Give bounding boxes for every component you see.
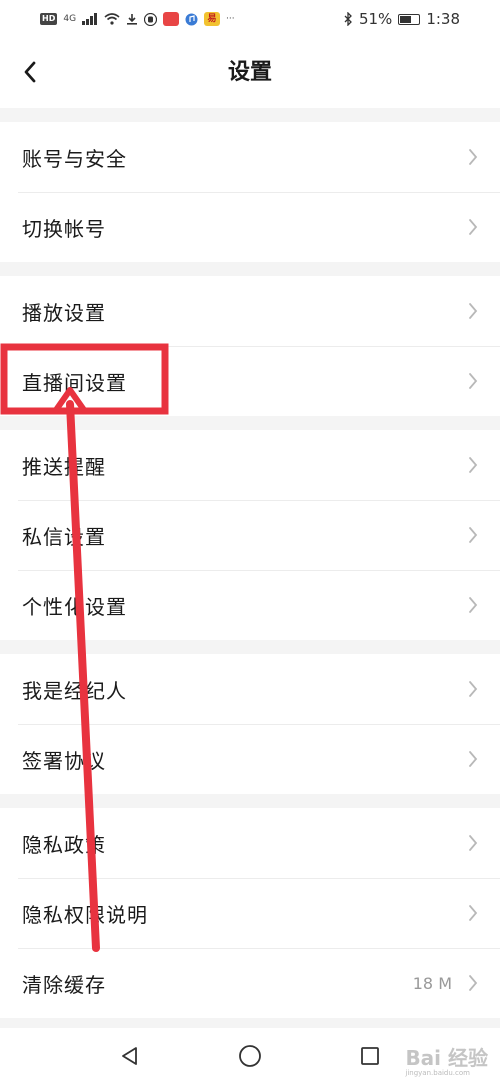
yellow-app-icon: 易 — [204, 12, 221, 26]
nav-back-button[interactable] — [115, 1041, 145, 1071]
settings-item-private-message[interactable]: 私信设置 — [0, 500, 500, 570]
settings-item-playback[interactable]: 播放设置 — [0, 276, 500, 346]
settings-item-label: 直播间设置 — [22, 370, 127, 395]
chevron-right-icon — [469, 219, 478, 235]
battery-icon — [398, 13, 421, 25]
download-icon — [127, 14, 138, 25]
settings-item-label: 切换帐号 — [22, 216, 106, 241]
chevron-right-icon — [469, 905, 478, 921]
settings-item-label: 隐私政策 — [22, 832, 106, 857]
chevron-right-icon — [469, 457, 478, 473]
chevron-right-icon — [469, 527, 478, 543]
settings-item-live-room[interactable]: 直播间设置 — [0, 346, 500, 416]
settings-item-personalization[interactable]: 个性化设置 — [0, 570, 500, 640]
chevron-right-icon — [469, 975, 478, 991]
settings-item-label: 个性化设置 — [22, 594, 127, 619]
settings-item-label: 隐私权限说明 — [22, 902, 148, 927]
settings-item-label: 推送提醒 — [22, 454, 106, 479]
settings-item-label: 清除缓存 — [22, 972, 106, 997]
clock: 1:38 — [426, 10, 460, 28]
settings-group-playback: 播放设置 直播间设置 — [0, 276, 500, 416]
settings-item-switch-account[interactable]: 切换帐号 — [0, 192, 500, 262]
header: 设置 — [0, 38, 500, 108]
settings-group-notifications: 推送提醒 私信设置 个性化设置 — [0, 430, 500, 640]
settings-item-label: 签署协议 — [22, 748, 106, 773]
settings-item-label: 我是经纪人 — [22, 678, 127, 703]
battery-percent: 51% — [358, 10, 393, 28]
network-type: 4G — [63, 14, 77, 24]
settings-item-clear-cache[interactable]: 清除缓存 18 M — [0, 948, 500, 1018]
settings-item-label: 账号与安全 — [22, 146, 127, 171]
settings-item-account-security[interactable]: 账号与安全 — [0, 122, 500, 192]
settings-item-permissions[interactable]: 隐私权限说明 — [0, 878, 500, 948]
square-recents-icon — [361, 1046, 379, 1065]
settings-screen: HD 4G 易 ··· 51% 1:38 设置 账号与安全 切换帐号 播放设置 … — [0, 0, 500, 1083]
settings-item-push[interactable]: 推送提醒 — [0, 430, 500, 500]
chevron-right-icon — [469, 751, 478, 767]
chevron-right-icon — [469, 597, 478, 613]
triangle-back-icon — [122, 1046, 137, 1065]
more-notifications: ··· — [226, 14, 235, 24]
chevron-right-icon — [469, 303, 478, 319]
settings-item-label: 播放设置 — [22, 300, 106, 325]
wifi-icon — [104, 13, 120, 25]
hand-icon — [144, 12, 158, 26]
music-app-icon — [185, 13, 198, 25]
settings-item-label: 私信设置 — [22, 524, 106, 549]
chevron-right-icon — [469, 373, 478, 389]
chevron-right-icon — [469, 681, 478, 697]
baidu-watermark: Bai 经验 — [405, 1046, 488, 1070]
chevron-right-icon — [469, 149, 478, 165]
settings-item-agreement[interactable]: 签署协议 — [0, 724, 500, 794]
bluetooth-icon — [344, 12, 352, 26]
signal-icon — [82, 13, 98, 25]
chevron-right-icon — [469, 835, 478, 851]
settings-group-agent: 我是经纪人 签署协议 — [0, 654, 500, 794]
nav-home-button[interactable] — [235, 1041, 265, 1071]
cache-size: 18 M — [412, 973, 452, 993]
settings-group-privacy: 隐私政策 隐私权限说明 清除缓存 18 M — [0, 808, 500, 1018]
settings-group-account: 账号与安全 切换帐号 — [0, 122, 500, 262]
settings-item-agent[interactable]: 我是经纪人 — [0, 654, 500, 724]
baidu-watermark-url: jingyan.baidu.com — [405, 1069, 470, 1077]
status-right: 51% 1:38 — [343, 10, 460, 28]
circle-home-icon — [239, 1044, 261, 1067]
status-bar: HD 4G 易 ··· 51% 1:38 — [0, 0, 500, 38]
hd-badge: HD — [40, 13, 58, 25]
red-app-icon — [163, 12, 180, 26]
settings-item-privacy-policy[interactable]: 隐私政策 — [0, 808, 500, 878]
nav-recents-button[interactable] — [355, 1041, 385, 1071]
page-title: 设置 — [227, 60, 272, 85]
status-left: HD 4G 易 ··· — [40, 12, 235, 26]
